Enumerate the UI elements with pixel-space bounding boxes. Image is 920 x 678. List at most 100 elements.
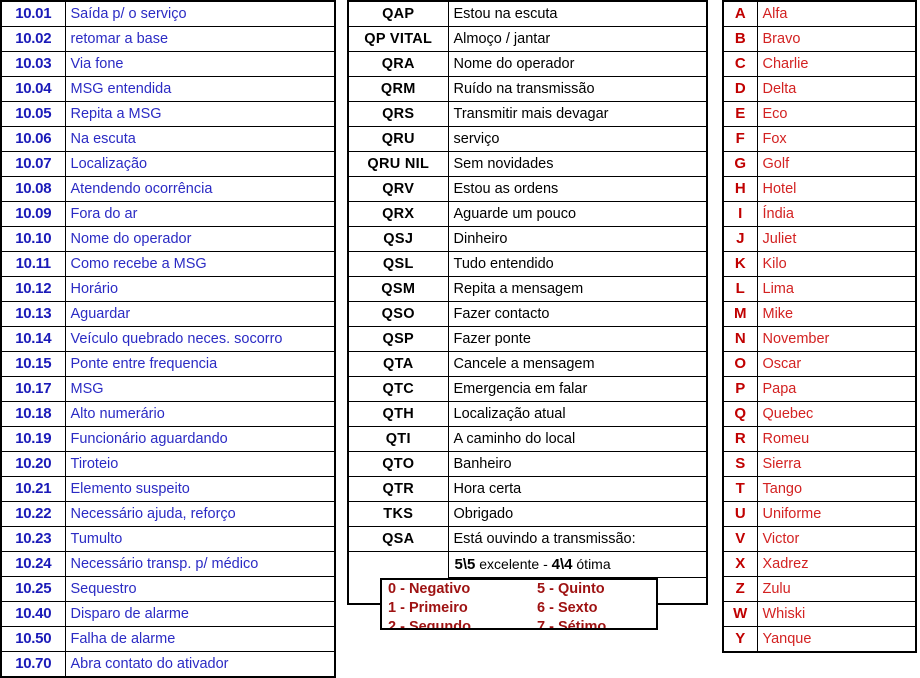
q-code-meaning: Cancele a mensagem [447, 351, 708, 377]
signal-quality-spacer [348, 551, 448, 578]
ten-code-meaning: Sequestro [64, 576, 336, 602]
table-row: L Lima [722, 276, 917, 302]
table-row: QTI A caminho do local [347, 426, 708, 452]
q-code-meaning: Fazer ponte [447, 326, 708, 352]
alphabet-word: Juliet [756, 226, 917, 252]
ten-code-key: 10.18 [0, 401, 66, 427]
alphabet-word: Bravo [756, 26, 917, 52]
table-row: F Fox [722, 126, 917, 152]
ordinal-left: 0 - Negativo [388, 581, 471, 597]
q-code-key: QRU NIL [347, 151, 449, 177]
q-code-meaning: Estou na escuta [447, 0, 708, 27]
alphabet-letter: D [722, 76, 758, 102]
table-row: QSM Repita a mensagem [347, 276, 708, 302]
ten-code-meaning: Repita a MSG [64, 101, 336, 127]
ordinal-right: 7 - Sétimo [537, 619, 607, 630]
alphabet-word: Eco [756, 101, 917, 127]
ten-code-key: 10.02 [0, 26, 66, 52]
q-code-meaning: Repita a mensagem [447, 276, 708, 302]
table-row: QRM Ruído na transmissão [347, 76, 708, 102]
table-row: S Sierra [722, 451, 917, 477]
ten-code-meaning: Localização [64, 151, 336, 177]
alphabet-letter: F [722, 126, 758, 152]
table-row: 10.21 Elemento suspeito [0, 476, 336, 502]
ten-code-key: 10.13 [0, 301, 66, 327]
ten-code-meaning: Aguardar [64, 301, 336, 327]
table-row: T Tango [722, 476, 917, 502]
table-row: X Xadrez [722, 551, 917, 577]
alphabet-letter: Z [722, 576, 758, 602]
q-code-key: QSM [347, 276, 449, 302]
q-code-key: TKS [347, 501, 449, 527]
table-row: QSJ Dinheiro [347, 226, 708, 252]
alphabet-word: Tango [756, 476, 917, 502]
table-row: QRU serviço [347, 126, 708, 152]
table-row: V Victor [722, 526, 917, 552]
table-row: I Índia [722, 201, 917, 227]
table-row: 10.09 Fora do ar [0, 201, 336, 227]
alphabet-letter: V [722, 526, 758, 552]
ten-code-key: 10.12 [0, 276, 66, 302]
ten-code-meaning: Saída p/ o serviço [64, 0, 336, 27]
ordinal-row: 1 - Primeiro 6 - Sexto [382, 599, 656, 618]
alphabet-letter: U [722, 501, 758, 527]
ten-code-key: 10.15 [0, 351, 66, 377]
ten-code-key: 10.70 [0, 651, 66, 678]
table-row: A Alfa [722, 0, 917, 27]
ten-code-key: 10.24 [0, 551, 66, 577]
ten-code-meaning: retomar a base [64, 26, 336, 52]
ten-code-key: 10.08 [0, 176, 66, 202]
table-row: G Golf [722, 151, 917, 177]
ten-code-meaning: Nome do operador [64, 226, 336, 252]
ten-code-meaning: Necessário ajuda, reforço [64, 501, 336, 527]
ordinal-numbers-box: 0 - Negativo 5 - Quinto 1 - Primeiro 6 - Se… [380, 578, 658, 630]
alphabet-word: Zulu [756, 576, 917, 602]
q-code-key: QTR [347, 476, 449, 502]
alphabet-word: Hotel [756, 176, 917, 202]
table-row: 10.70 Abra contato do ativador [0, 651, 336, 678]
alphabet-word: November [756, 326, 917, 352]
alphabet-word: Oscar [756, 351, 917, 377]
table-row: QP VITAL Almoço / jantar [347, 26, 708, 52]
alphabet-word: Kilo [756, 251, 917, 277]
q-code-meaning: Está ouvindo a transmissão: [447, 526, 708, 552]
ten-code-key: 10.14 [0, 326, 66, 352]
table-row: QRA Nome do operador [347, 51, 708, 77]
ten-code-key: 10.19 [0, 426, 66, 452]
alphabet-word: Uniforme [756, 501, 917, 527]
alphabet-word: Índia [756, 201, 917, 227]
table-row: 10.02 retomar a base [0, 26, 336, 52]
table-row: 10.24 Necessário transp. p/ médico [0, 551, 336, 577]
alphabet-letter: Q [722, 401, 758, 427]
alphabet-letter: T [722, 476, 758, 502]
ten-code-meaning: Ponte entre frequencia [64, 351, 336, 377]
alphabet-word: Yanque [756, 626, 917, 653]
signal-label: ótima [576, 556, 611, 572]
table-row: 10.12 Horário [0, 276, 336, 302]
q-codes-table: QAP Estou na escuta QP VITAL Almoço / janta… [347, 0, 708, 605]
table-row: U Uniforme [722, 501, 917, 527]
alphabet-word: Fox [756, 126, 917, 152]
table-row: 10.13 Aguardar [0, 301, 336, 327]
table-row: E Eco [722, 101, 917, 127]
q-code-key: QSO [347, 301, 449, 327]
ten-code-meaning: Tumulto [64, 526, 336, 552]
q-code-meaning: Nome do operador [447, 51, 708, 77]
ten-code-key: 10.23 [0, 526, 66, 552]
ten-code-meaning: Elemento suspeito [64, 476, 336, 502]
alphabet-letter: S [722, 451, 758, 477]
alphabet-word: Lima [756, 276, 917, 302]
ten-code-key: 10.09 [0, 201, 66, 227]
alphabet-word: Quebec [756, 401, 917, 427]
table-row: QTC Emergencia em falar [347, 376, 708, 402]
table-row: TKS Obrigado [347, 501, 708, 527]
q-code-key: QP VITAL [347, 26, 449, 52]
alphabet-letter: H [722, 176, 758, 202]
q-code-meaning: Localização atual [447, 401, 708, 427]
ten-code-meaning: MSG entendida [64, 76, 336, 102]
ten-code-key: 10.04 [0, 76, 66, 102]
table-row: QTA Cancele a mensagem [347, 351, 708, 377]
table-row: Y Yanque [722, 626, 917, 653]
alphabet-letter: J [722, 226, 758, 252]
q-code-meaning: Emergencia em falar [447, 376, 708, 402]
